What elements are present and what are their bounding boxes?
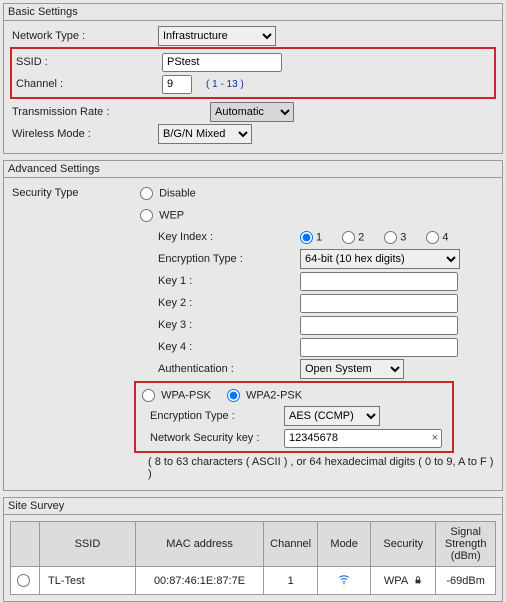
key4-input[interactable]	[300, 338, 458, 357]
security-type-label: Security Type	[10, 187, 140, 199]
survey-security: WPA	[371, 567, 436, 595]
auth-select[interactable]: Open System	[300, 359, 404, 379]
net-key-input[interactable]	[284, 429, 442, 448]
tx-rate-label: Transmission Rate :	[10, 106, 210, 118]
channel-range-hint: ( 1 - 13 )	[206, 79, 244, 90]
security-wpa2psk-option[interactable]: WPA2-PSK	[227, 389, 302, 402]
ssid-input[interactable]	[162, 53, 282, 72]
col-signal: Signal Strength (dBm)	[436, 522, 496, 567]
site-survey-panel: Site Survey SSID MAC address Channel Mod…	[3, 497, 503, 602]
col-select	[11, 522, 40, 567]
survey-channel: 1	[264, 567, 318, 595]
survey-signal: -69dBm	[436, 567, 496, 595]
table-header-row: SSID MAC address Channel Mode Security S…	[11, 522, 496, 567]
key-index-2[interactable]: 2	[342, 231, 364, 244]
key1-label: Key 1 :	[148, 275, 300, 287]
site-survey-table: SSID MAC address Channel Mode Security S…	[10, 521, 496, 595]
col-mode: Mode	[318, 522, 371, 567]
security-wep-radio[interactable]	[140, 209, 153, 222]
security-wep-option[interactable]: WEP	[140, 209, 184, 222]
key3-input[interactable]	[300, 316, 458, 335]
clear-input-icon[interactable]: ×	[432, 432, 438, 444]
security-wpapsk-label: WPA-PSK	[161, 389, 211, 401]
psk-enc-type-select[interactable]: AES (CCMP)	[284, 406, 380, 426]
security-wep-label: WEP	[159, 209, 184, 221]
security-wpapsk-option[interactable]: WPA-PSK	[142, 389, 211, 402]
psk-enc-type-label: Encryption Type :	[138, 410, 284, 422]
key-index-3[interactable]: 3	[384, 231, 406, 244]
basic-settings-title: Basic Settings	[4, 4, 502, 20]
key4-label: Key 4 :	[148, 341, 300, 353]
network-type-select[interactable]: Infrastructure	[158, 26, 276, 46]
network-type-label: Network Type :	[10, 30, 158, 42]
wpa-highlight: WPA-PSK WPA2-PSK Encryption Type : AES (…	[134, 381, 454, 453]
col-channel: Channel	[264, 522, 318, 567]
net-key-label: Network Security key :	[138, 432, 284, 444]
key1-input[interactable]	[300, 272, 458, 291]
security-disable-label: Disable	[159, 187, 196, 199]
advanced-settings-title: Advanced Settings	[4, 161, 502, 177]
channel-input[interactable]	[162, 75, 192, 94]
wep-enc-type-label: Encryption Type :	[148, 253, 300, 265]
col-ssid: SSID	[40, 522, 136, 567]
channel-label: Channel :	[14, 78, 162, 90]
security-wpapsk-radio[interactable]	[142, 389, 155, 402]
key-index-label: Key Index :	[148, 231, 300, 243]
key3-label: Key 3 :	[148, 319, 300, 331]
auth-label: Authentication :	[148, 363, 300, 375]
col-security: Security	[371, 522, 436, 567]
net-key-hint: ( 8 to 63 characters ( ASCII ) , or 64 h…	[140, 454, 496, 482]
wireless-mode-label: Wireless Mode :	[10, 128, 158, 140]
table-row[interactable]: TL-Test 00:87:46:1E:87:7E 1 WPA	[11, 567, 496, 595]
survey-mac: 00:87:46:1E:87:7E	[135, 567, 263, 595]
ssid-channel-highlight: SSID : Channel : ( 1 - 13 )	[10, 47, 496, 99]
security-wpa2psk-label: WPA2-PSK	[246, 389, 302, 401]
security-disable-option[interactable]: Disable	[140, 187, 196, 200]
site-survey-title: Site Survey	[4, 498, 502, 514]
survey-ssid: TL-Test	[40, 567, 136, 595]
key2-input[interactable]	[300, 294, 458, 313]
survey-row-radio[interactable]	[17, 574, 30, 587]
ssid-label: SSID :	[14, 56, 162, 68]
lock-icon	[411, 575, 423, 587]
key2-label: Key 2 :	[148, 297, 300, 309]
tx-rate-select[interactable]: Automatic	[210, 102, 294, 122]
wifi-icon	[337, 572, 351, 586]
key-index-1[interactable]: 1	[300, 231, 322, 244]
col-mac: MAC address	[135, 522, 263, 567]
wep-enc-type-select[interactable]: 64-bit (10 hex digits)	[300, 249, 460, 269]
wireless-mode-select[interactable]: B/G/N Mixed	[158, 124, 252, 144]
key-index-4[interactable]: 4	[426, 231, 448, 244]
survey-mode	[318, 567, 371, 595]
advanced-settings-panel: Advanced Settings Security Type Disable …	[3, 160, 503, 491]
basic-settings-panel: Basic Settings Network Type : Infrastruc…	[3, 3, 503, 154]
security-wpa2psk-radio[interactable]	[227, 389, 240, 402]
security-disable-radio[interactable]	[140, 187, 153, 200]
